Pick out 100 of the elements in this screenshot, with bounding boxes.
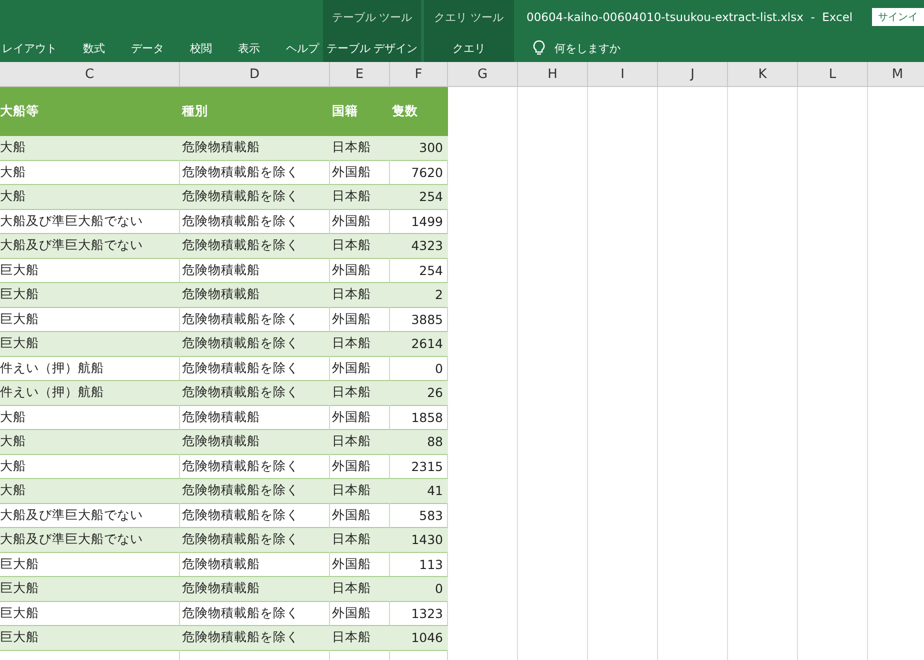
table-cell: 1323 [390, 602, 448, 626]
table-cell: 危険物積載船 [180, 136, 330, 160]
table-cell: 2 [390, 283, 448, 308]
table-cell: 外国船 [330, 356, 390, 381]
table-cell: 26 [390, 381, 448, 406]
table-cell: 日本船 [330, 234, 390, 258]
table-cell: 254 [390, 185, 448, 210]
table-cell: 巨大船 [0, 577, 180, 602]
table-cell: 件えい（押）航船 [0, 381, 180, 406]
table-cell: 1430 [390, 528, 448, 552]
table-cell: 113 [390, 552, 448, 577]
table-cell: 外国船 [330, 258, 390, 283]
table-cell: 日本船 [330, 479, 390, 504]
sign-in-button[interactable]: サインイ [872, 8, 924, 26]
table-cell: 大船及び準巨大船でない [0, 528, 180, 552]
table-cell: 7620 [390, 160, 448, 185]
table-cell: 2315 [390, 454, 448, 479]
column-header[interactable]: F [390, 62, 448, 86]
table-cell: 外国船 [330, 210, 390, 234]
table-cell: 危険物積載船を除く [180, 528, 330, 552]
table-cell: 危険物積載船を除く [180, 454, 330, 479]
table-cell: 件えい（押）航船 [0, 356, 180, 381]
table-cell: 外国船 [330, 454, 390, 479]
table-cell: 日本船 [330, 577, 390, 602]
context-group-title: クエリ ツール [434, 10, 504, 24]
table-cell: 危険物積載船を除く [180, 210, 330, 234]
table-cell: 大船 [0, 430, 180, 454]
table-cell: 大船及び準巨大船でない [0, 504, 180, 528]
table-cell: 583 [390, 504, 448, 528]
table-cell: 危険物積載船を除く [180, 185, 330, 210]
ribbon-tab[interactable]: クエリ [452, 40, 486, 56]
table-cell: 外国船 [330, 308, 390, 332]
table-cell: 危険物積載船 [180, 406, 330, 430]
table-cell: 巨大船 [0, 283, 180, 308]
table-cell: 危険物積載船 [180, 577, 330, 602]
table-cell: 危険物積載船を除く [180, 332, 330, 356]
table-header-cell: 種別 [180, 87, 330, 136]
table-cell: 大船 [0, 185, 180, 210]
table-cell: 外国船 [330, 504, 390, 528]
ribbon-tab[interactable]: データ [131, 40, 164, 56]
table-cell: 41 [390, 479, 448, 504]
column-header[interactable]: K [728, 62, 798, 86]
lightbulb-icon [532, 40, 544, 56]
table-cell: 300 [390, 136, 448, 160]
table-cell: 外国船 [330, 406, 390, 430]
table-cell: 危険物積載船を除く [180, 160, 330, 185]
ribbon-tab[interactable]: レイアウト [2, 40, 57, 56]
ribbon-tab[interactable]: テーブル デザイン [326, 40, 418, 56]
column-header[interactable]: D [180, 62, 330, 86]
table-cell: 0 [390, 356, 448, 381]
column-header[interactable]: L [798, 62, 868, 86]
column-header[interactable]: J [658, 62, 728, 86]
tell-me-field[interactable]: 何をしますか [554, 40, 620, 56]
table-cell: 外国船 [330, 552, 390, 577]
table-cell: 日本船 [330, 185, 390, 210]
column-header[interactable]: M [868, 62, 924, 86]
table-cell: 巨大船 [0, 332, 180, 356]
table-cell: 大船 [0, 479, 180, 504]
table-cell: 日本船 [330, 528, 390, 552]
table-cell: 危険物積載船を除く [180, 504, 330, 528]
ribbon-tab[interactable]: 数式 [83, 40, 105, 56]
column-header[interactable]: E [330, 62, 390, 86]
table-cell: 外国船 [330, 160, 390, 185]
table-cell: 大船及び準巨大船でない [0, 234, 180, 258]
table-cell: 巨大船 [0, 626, 180, 650]
table-cell: 危険物積載船 [180, 552, 330, 577]
table-cell: 大船及び準巨大船でない [0, 210, 180, 234]
table-cell: 危険物積載船 [180, 430, 330, 454]
table-cell: 1046 [390, 626, 448, 650]
column-header[interactable]: H [518, 62, 588, 86]
column-header[interactable]: C [0, 62, 180, 86]
table-cell: 1858 [390, 406, 448, 430]
column-header[interactable]: I [588, 62, 658, 86]
table-cell: 巨大船 [0, 258, 180, 283]
table-header-cell: 国籍 [330, 87, 390, 136]
table-cell: 4323 [390, 234, 448, 258]
table-cell: 1499 [390, 210, 448, 234]
ribbon-tab[interactable]: ヘルプ [286, 40, 319, 56]
ribbon-tab[interactable]: 表示 [238, 40, 260, 56]
table-cell: 危険物積載船を除く [180, 479, 330, 504]
table-cell: 日本船 [330, 626, 390, 650]
table-cell: 巨大船 [0, 308, 180, 332]
table-cell: 巨大船 [0, 552, 180, 577]
table-cell: 日本船 [330, 332, 390, 356]
table-cell: 254 [390, 258, 448, 283]
table-cell: 危険物積載船 [180, 283, 330, 308]
table-cell: 2614 [390, 332, 448, 356]
ribbon-tab[interactable]: 校閲 [190, 40, 212, 56]
table-cell: 大船 [0, 136, 180, 160]
table-cell: 大船 [0, 160, 180, 185]
table-cell: 88 [390, 430, 448, 454]
context-group-title: テーブル ツール [332, 10, 412, 24]
table-cell: 日本船 [330, 381, 390, 406]
table-cell: 大船 [0, 406, 180, 430]
table-cell: 危険物積載船を除く [180, 626, 330, 650]
window-title: 00604-kaiho-00604010-tsuukou-extract-list.xlsx - Excel [526, 10, 853, 24]
table-cell: 日本船 [330, 430, 390, 454]
table-cell: 3885 [390, 308, 448, 332]
table-cell: 巨大船 [0, 602, 180, 626]
column-header[interactable]: G [448, 62, 518, 86]
